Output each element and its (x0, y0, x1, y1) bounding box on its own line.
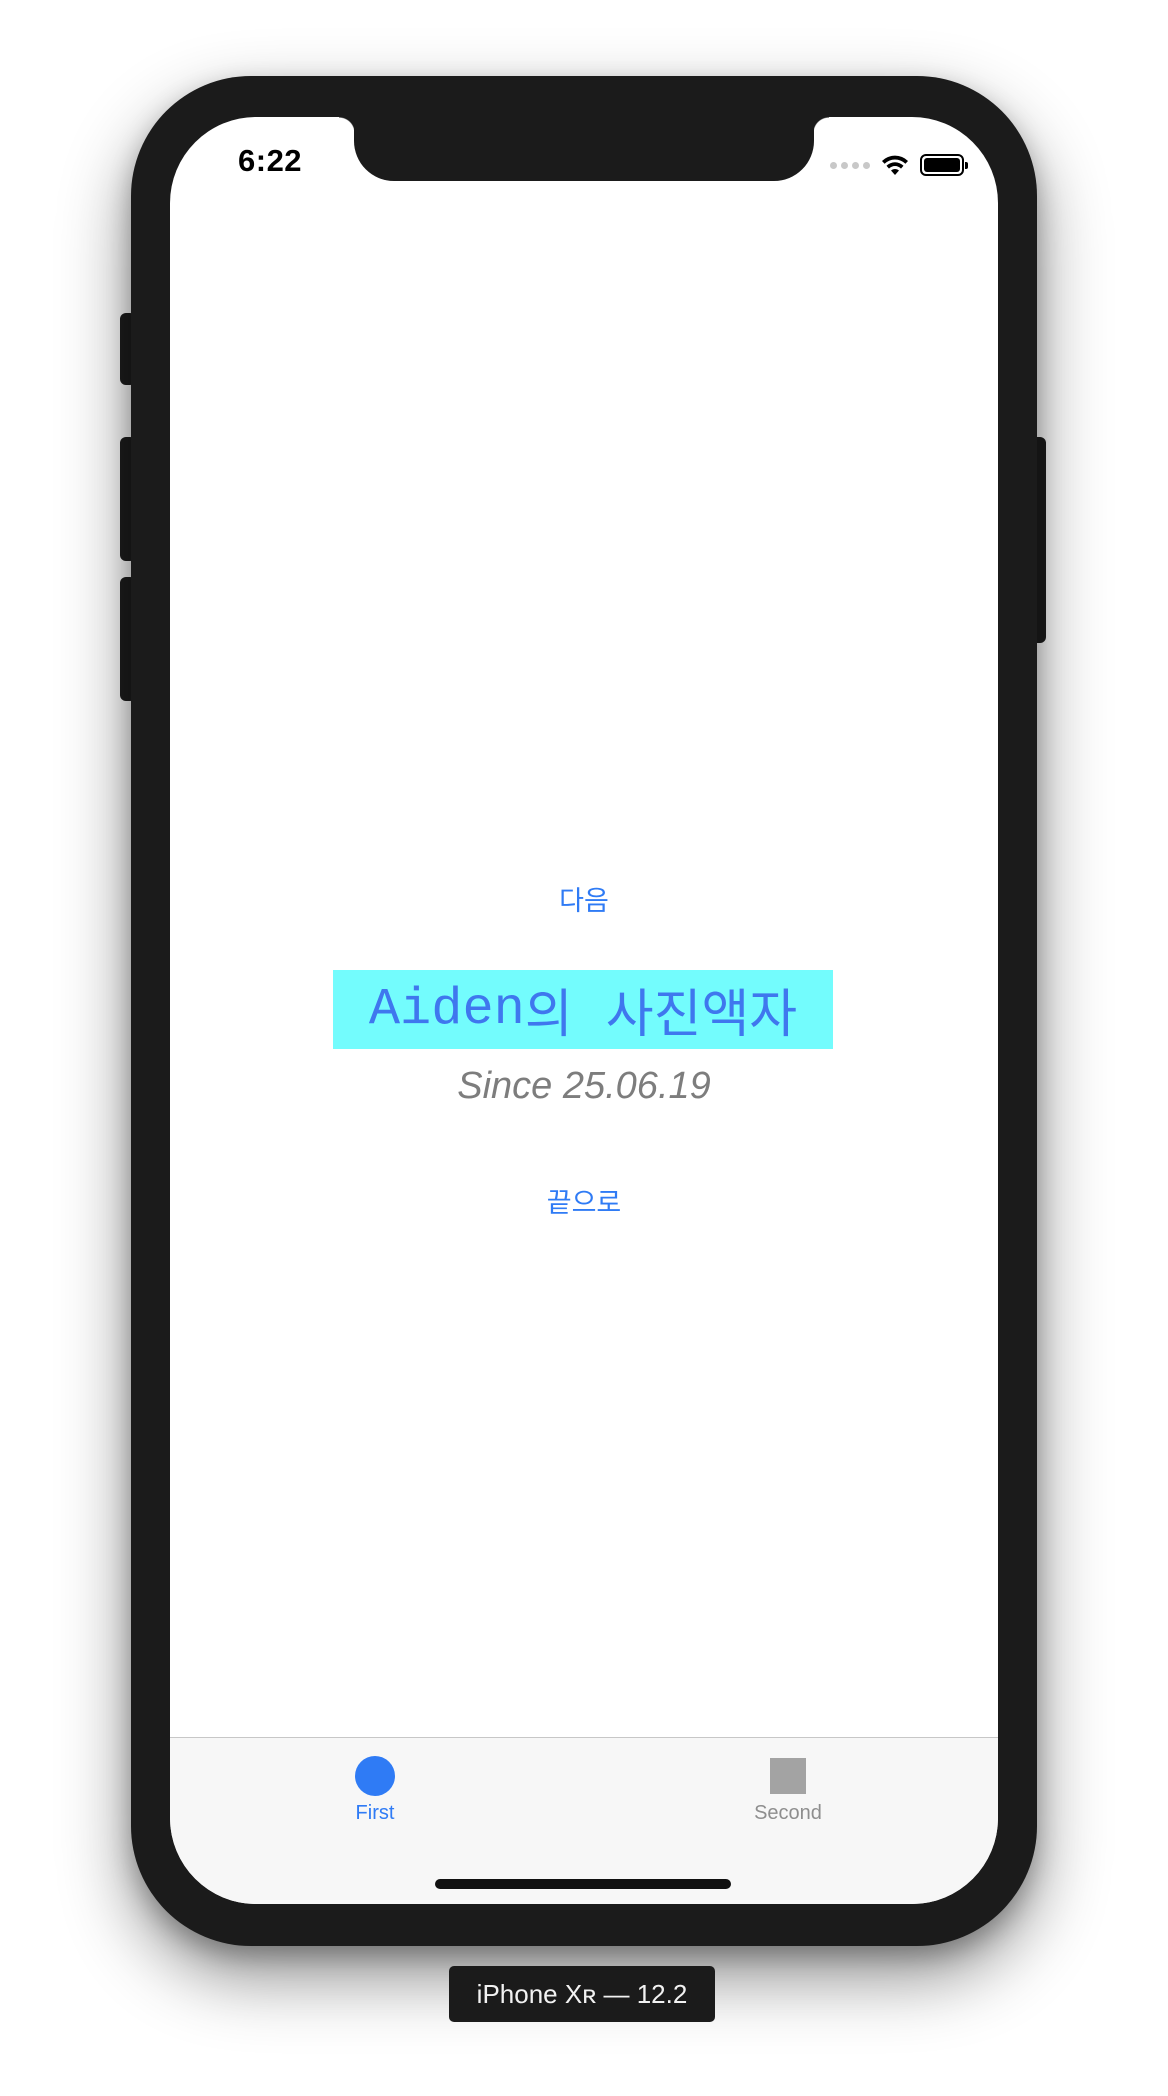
go-to-end-button[interactable]: 끝으로 (170, 1181, 998, 1220)
battery-icon (920, 154, 968, 176)
tab-first[interactable]: First (275, 1756, 475, 1825)
title-suffix: 의 사진액자 (524, 985, 798, 1045)
wifi-icon (880, 153, 910, 177)
tab-second[interactable]: Second (688, 1756, 888, 1825)
home-indicator[interactable] (435, 1879, 731, 1889)
tab-second-label: Second (754, 1802, 822, 1824)
cellular-signal-icon (830, 161, 870, 169)
square-icon (770, 1758, 806, 1794)
device-screen: 6:22 다음 Aiden 의 사진액자 Since 25.06.19 끝으로 … (170, 117, 998, 1904)
circle-icon (355, 1756, 395, 1796)
title-name: Aiden (368, 980, 525, 1039)
status-time: 6:22 (238, 143, 303, 178)
next-button[interactable]: 다음 (170, 879, 998, 918)
device-label: iPhone Xʀ — 12.2 (449, 1966, 715, 2022)
status-icons (830, 151, 968, 179)
notch (339, 117, 829, 181)
since-date-label: Since 25.06.19 (457, 1065, 711, 1107)
device-frame: 6:22 다음 Aiden 의 사진액자 Since 25.06.19 끝으로 … (131, 76, 1037, 1946)
simulator-stage: 6:22 다음 Aiden 의 사진액자 Since 25.06.19 끝으로 … (0, 0, 1168, 2096)
tab-first-label: First (355, 1802, 395, 1824)
title-label: Aiden 의 사진액자 (333, 970, 833, 1049)
